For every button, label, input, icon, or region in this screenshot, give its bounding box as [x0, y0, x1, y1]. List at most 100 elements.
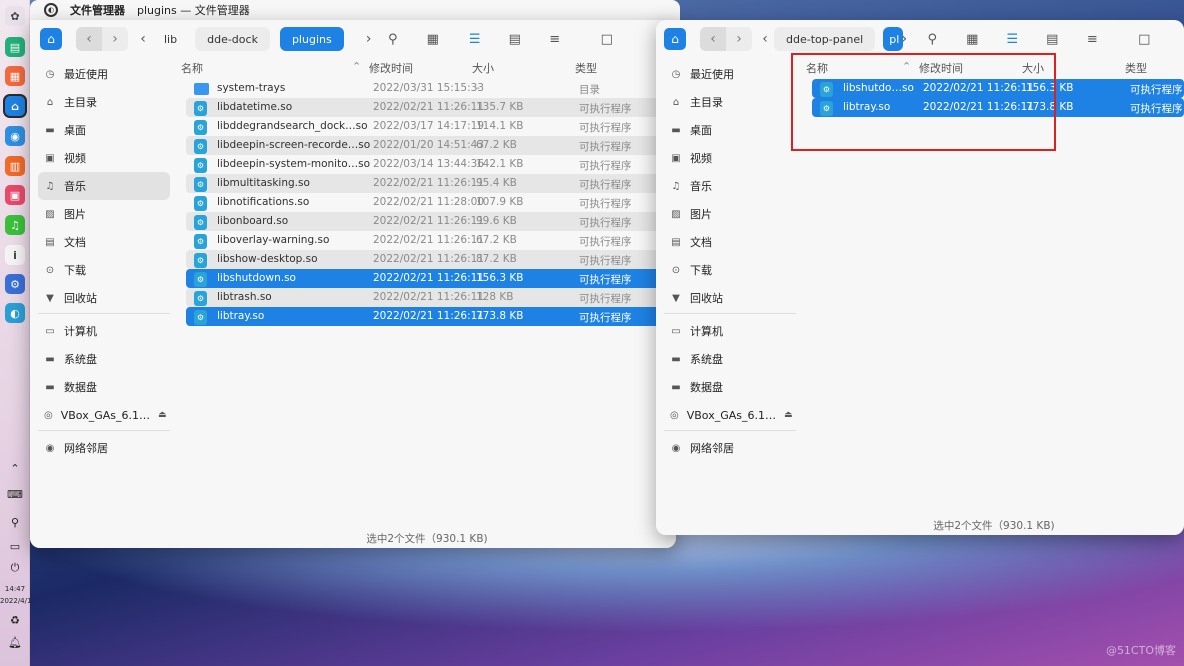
column-size[interactable]: 大小 — [1022, 60, 1044, 76]
notification-bell-icon[interactable]: 🔔︎ — [0, 636, 30, 649]
file-row[interactable]: ⚙ libdatetime.so 2022/02/21 11:26:11 135.7 … — [186, 98, 676, 117]
menu-icon[interactable]: ≡ — [544, 28, 566, 50]
detail-view-icon[interactable]: ▤ — [504, 28, 526, 50]
column-name[interactable]: 名称 — [181, 60, 203, 76]
crumb-left-arrow-icon[interactable]: ‹ — [756, 31, 774, 47]
sidebar-item-desktop[interactable]: ▬ 桌面 — [38, 116, 170, 144]
settings-icon[interactable]: ⚙ — [5, 274, 25, 294]
maximize-icon[interactable]: □ — [596, 28, 618, 50]
music-icon[interactable]: ♫ — [5, 215, 25, 235]
sidebar-item-data-disk[interactable]: ▬ 数据盘 — [38, 373, 170, 401]
photos-icon[interactable]: ▣ — [5, 185, 25, 205]
file-row[interactable]: ⚙ libmultitasking.so 2022/02/21 11:26:11 95… — [186, 174, 676, 193]
breadcrumb-lib[interactable]: lib — [152, 27, 189, 51]
sidebar-item-trash[interactable]: ▼ 回收站 — [664, 284, 796, 312]
screen-icon[interactable]: ▭ — [0, 540, 30, 553]
search-icon[interactable]: ⚲ — [921, 28, 943, 50]
breadcrumb-plugins[interactable]: plugins — [279, 27, 344, 51]
power-icon[interactable]: ⏻ — [0, 561, 30, 575]
back-button[interactable]: ‹ — [700, 27, 726, 51]
file-modified: 2022/02/21 11:26:11 — [373, 272, 485, 284]
crumb-left-arrow-icon[interactable]: ‹ — [134, 31, 152, 47]
back-button[interactable]: ‹ — [76, 27, 102, 51]
breadcrumb-dde-top-panel[interactable]: dde-top-panel — [774, 27, 876, 51]
sidebar-item-network[interactable]: ◉ 网络邻居 — [38, 434, 170, 462]
file-row[interactable]: ⚙ libshow-desktop.so 2022/02/21 11:26:11 87… — [186, 250, 676, 269]
sidebar-item-music[interactable]: ♫ 音乐 — [38, 172, 170, 200]
keyboard-icon[interactable]: ⌨ — [0, 488, 30, 501]
menu-icon[interactable]: ≡ — [1081, 28, 1103, 50]
sidebar-item-label: 音乐 — [690, 180, 712, 193]
file-row[interactable]: ⚙ libddegrandsearch_dock…so 2022/03/17 14:… — [186, 117, 676, 136]
sidebar-item-recent[interactable]: ◷ 最近使用 — [38, 60, 170, 88]
file-row[interactable]: ⚙ libshutdown.so 2022/02/21 11:26:11 156.3 … — [186, 269, 676, 288]
sidebar-item-videos[interactable]: ▣ 视频 — [664, 144, 796, 172]
sidebar-item-system-disk[interactable]: ▬ 系统盘 — [38, 345, 170, 373]
sidebar-item-home[interactable]: ⌂ 主目录 — [38, 88, 170, 116]
file-row[interactable]: ⚙ libshutdo…so 2022/02/21 11:26:11 156.3 KB… — [812, 79, 1184, 98]
forward-button[interactable]: › — [102, 27, 128, 51]
search-icon[interactable]: ⚲ — [0, 516, 30, 529]
file-row[interactable]: ⚙ liboverlay-warning.so 2022/02/21 11:26:1… — [186, 231, 676, 250]
breadcrumb-dde-dock[interactable]: dde-dock — [195, 27, 270, 51]
list-view-icon[interactable]: ☰ — [1001, 28, 1023, 50]
column-name[interactable]: 名称 — [806, 60, 828, 76]
maximize-icon[interactable]: □ — [1133, 28, 1155, 50]
sidebar-item-network[interactable]: ◉ 网络邻居 — [664, 434, 796, 462]
crumb-right-arrow-icon[interactable]: › — [360, 31, 378, 47]
sidebar-item-desktop[interactable]: ▬ 桌面 — [664, 116, 796, 144]
sidebar-item-documents[interactable]: ▤ 文档 — [664, 228, 796, 256]
file-row[interactable]: ⚙ libtrash.so 2022/02/21 11:26:11 128 KB 可执行… — [186, 288, 676, 307]
file-row[interactable]: ⚙ libtray.so 2022/02/21 11:26:11 773.8 KB 可执… — [812, 98, 1184, 117]
sidebar-item-vbox-cdrom[interactable]: ◎ VBox_GAs_6.1… ⏏ — [38, 401, 170, 429]
file-manager-icon[interactable]: ⌂ — [5, 96, 25, 116]
terminal-icon[interactable]: ▤ — [5, 37, 25, 57]
sidebar-item-downloads[interactable]: ⊙ 下载 — [664, 256, 796, 284]
crumb-right-arrow-icon[interactable]: › — [895, 31, 913, 47]
eject-icon[interactable]: ⏏ — [784, 410, 793, 420]
sort-ascending-icon[interactable]: ⌃ — [352, 60, 361, 73]
sidebar-item-pictures[interactable]: ▨ 图片 — [664, 200, 796, 228]
sidebar-item-vbox-cdrom[interactable]: ◎ VBox_GAs_6.1… ⏏ — [664, 401, 796, 429]
icon-view-icon[interactable]: ▦ — [961, 28, 983, 50]
file-row[interactable]: ⚙ libonboard.so 2022/02/21 11:26:11 99.6 KB… — [186, 212, 676, 231]
column-type[interactable]: 类型 — [1125, 60, 1147, 76]
column-type[interactable]: 类型 — [575, 60, 597, 76]
detail-view-icon[interactable]: ▤ — [1041, 28, 1063, 50]
sidebar-item-data-disk[interactable]: ▬ 数据盘 — [664, 373, 796, 401]
file-row[interactable]: ⚙ libdeepin-system-monito…so 2022/03/14 13… — [186, 155, 676, 174]
sidebar-item-computer[interactable]: ▭ 计算机 — [664, 317, 796, 345]
search-icon[interactable]: ⚲ — [382, 28, 404, 50]
list-view-icon[interactable]: ☰ — [464, 28, 486, 50]
sidebar-item-pictures[interactable]: ▨ 图片 — [38, 200, 170, 228]
sidebar-item-label: 最近使用 — [690, 68, 734, 81]
file-row[interactable]: ⚙ libnotifications.so 2022/02/21 11:28:00 1… — [186, 193, 676, 212]
trash-icon[interactable]: ♻ — [0, 614, 30, 627]
browser-icon[interactable]: ◉ — [5, 126, 25, 146]
sidebar-item-documents[interactable]: ▤ 文档 — [38, 228, 170, 256]
column-modified[interactable]: 修改时间 — [919, 60, 963, 76]
sidebar-item-music[interactable]: ♫ 音乐 — [664, 172, 796, 200]
sidebar-item-downloads[interactable]: ⊙ 下载 — [38, 256, 170, 284]
file-row[interactable]: ⚙ libdeepin-screen-recorde…so 2022/01/20 1… — [186, 136, 676, 155]
sidebar-item-home[interactable]: ⌂ 主目录 — [664, 88, 796, 116]
sidebar-item-trash[interactable]: ▼ 回收站 — [38, 284, 170, 312]
sidebar-item-videos[interactable]: ▣ 视频 — [38, 144, 170, 172]
file-row[interactable]: system-trays 2022/03/31 15:15:33- 目录 — [186, 79, 676, 98]
calendar-icon[interactable]: ▥ — [5, 156, 25, 176]
forward-button[interactable]: › — [726, 27, 752, 51]
sort-ascending-icon[interactable]: ⌃ — [902, 60, 911, 73]
sidebar-item-system-disk[interactable]: ▬ 系统盘 — [664, 345, 796, 373]
file-row[interactable]: ⚙ libtray.so 2022/02/21 11:26:11 773.8 KB 可执… — [186, 307, 676, 326]
chevron-up-icon[interactable]: ⌃ — [0, 462, 30, 475]
info-icon[interactable]: i — [5, 245, 25, 265]
sidebar-item-computer[interactable]: ▭ 计算机 — [38, 317, 170, 345]
launcher-icon[interactable]: ✿ — [5, 6, 25, 26]
column-modified[interactable]: 修改时间 — [369, 60, 413, 76]
app-store-icon[interactable]: ▦ — [5, 66, 25, 86]
icon-view-icon[interactable]: ▦ — [422, 28, 444, 50]
column-size[interactable]: 大小 — [472, 60, 494, 76]
sidebar-item-recent[interactable]: ◷ 最近使用 — [664, 60, 796, 88]
eject-icon[interactable]: ⏏ — [158, 410, 167, 420]
edge-icon[interactable]: ◐ — [5, 303, 25, 323]
